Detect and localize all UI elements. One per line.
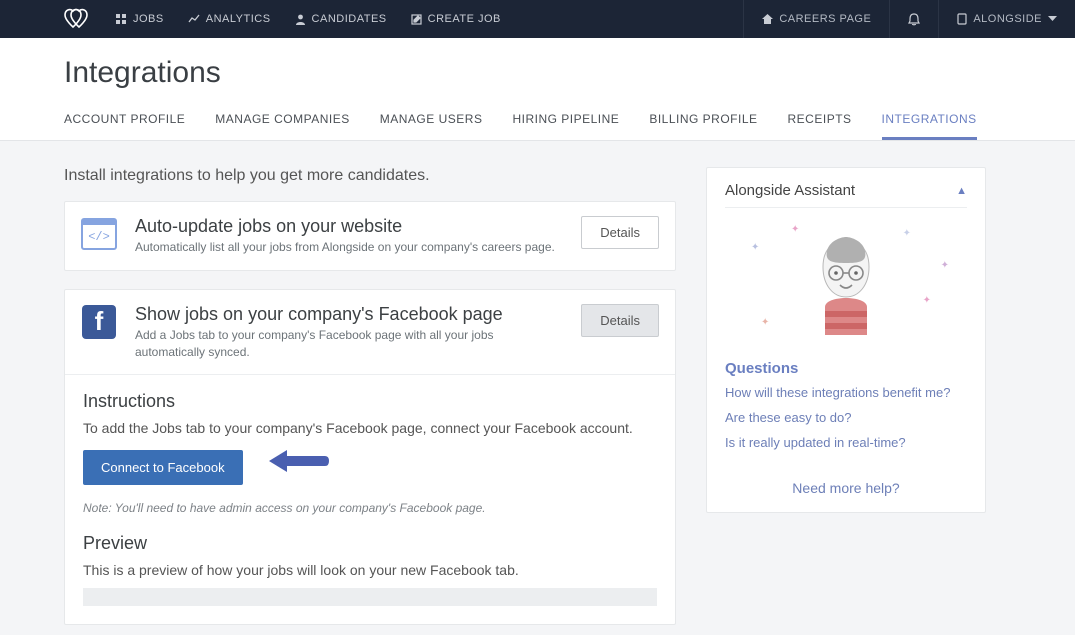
tab-account-profile[interactable]: ACCOUNT PROFILE [64,112,185,140]
left-column: Install integrations to help you get mor… [64,167,676,625]
bell-icon [908,13,920,26]
intro-text: Install integrations to help you get mor… [64,167,676,185]
nav-label: ALONGSIDE [973,13,1042,25]
nav-account-menu[interactable]: ALONGSIDE [938,0,1075,38]
faq-link[interactable]: How will these integrations benefit me? [725,385,967,400]
integration-title: Auto-update jobs on your website [135,216,563,237]
faq-link[interactable]: Is it really updated in real-time? [725,435,967,450]
faq-link[interactable]: Are these easy to do? [725,410,967,425]
preview-heading: Preview [83,533,657,554]
integration-desc: Automatically list all your jobs from Al… [135,239,563,256]
details-button[interactable]: Details [581,304,659,337]
integration-website: </> Auto-update jobs on your website Aut… [64,201,676,271]
tab-integrations[interactable]: INTEGRATIONS [882,112,977,140]
pointer-arrow-icon [269,450,329,477]
more-help-link[interactable]: Need more help? [725,480,967,496]
questions-heading: Questions [725,360,967,377]
person-icon [295,14,306,25]
nav-create-job[interactable]: CREATE JOB [411,13,501,25]
top-navbar: JOBS ANALYTICS CANDIDATES CREATE JOB CAR… [0,0,1075,38]
page-header: Integrations ACCOUNT PROFILE MANAGE COMP… [0,38,1075,141]
facebook-icon: f [81,304,117,340]
nav-candidates[interactable]: CANDIDATES [295,13,387,25]
page-title: Integrations [64,56,1011,90]
instructions-heading: Instructions [83,391,657,412]
instructions-note: Note: You'll need to have admin access o… [83,501,657,515]
tab-manage-companies[interactable]: MANAGE COMPANIES [215,112,349,140]
device-icon [957,13,967,25]
nav-notifications[interactable] [889,0,938,38]
connect-facebook-button[interactable]: Connect to Facebook [83,450,243,485]
chevron-down-icon [1048,16,1057,22]
preview-text: This is a preview of how your jobs will … [83,562,657,578]
nav-careers-page[interactable]: CAREERS PAGE [743,0,889,38]
tab-hiring-pipeline[interactable]: HIRING PIPELINE [512,112,619,140]
integration-title: Show jobs on your company's Facebook pag… [135,304,563,325]
nav-analytics[interactable]: ANALYTICS [188,13,271,25]
nav-label: JOBS [133,13,164,25]
assistant-panel: Alongside Assistant ▲ ✦ ✦ ✦ ✦ ✦ ✦ [706,167,986,513]
assistant-illustration: ✦ ✦ ✦ ✦ ✦ ✦ [725,220,967,350]
preview-placeholder [83,588,657,606]
nav-label: ANALYTICS [206,13,271,25]
details-button[interactable]: Details [581,216,659,249]
tab-manage-users[interactable]: MANAGE USERS [380,112,483,140]
instructions-text: To add the Jobs tab to your company's Fa… [83,420,657,436]
nav-label: CAREERS PAGE [779,13,871,25]
nav-label: CREATE JOB [428,13,501,25]
chart-icon [188,14,200,25]
grid-icon [116,14,127,25]
home-icon [762,14,773,25]
settings-tabs: ACCOUNT PROFILE MANAGE COMPANIES MANAGE … [64,112,1011,140]
collapse-caret-icon: ▲ [956,185,967,197]
integration-facebook-card: f Show jobs on your company's Facebook p… [64,289,676,626]
brand-logo[interactable] [64,8,88,30]
heart-logo-icon [64,8,88,30]
nav-label: CANDIDATES [312,13,387,25]
assistant-header[interactable]: Alongside Assistant ▲ [725,182,967,208]
tab-billing-profile[interactable]: BILLING PROFILE [649,112,757,140]
edit-icon [411,14,422,25]
avatar-icon [809,235,883,335]
right-column: Alongside Assistant ▲ ✦ ✦ ✦ ✦ ✦ ✦ [706,167,986,625]
code-embed-icon: </> [81,216,117,252]
tab-receipts[interactable]: RECEIPTS [788,112,852,140]
main-content: Install integrations to help you get mor… [0,141,1075,635]
assistant-title: Alongside Assistant [725,182,855,199]
nav-jobs[interactable]: JOBS [116,13,164,25]
integration-desc: Add a Jobs tab to your company's Faceboo… [135,327,563,361]
